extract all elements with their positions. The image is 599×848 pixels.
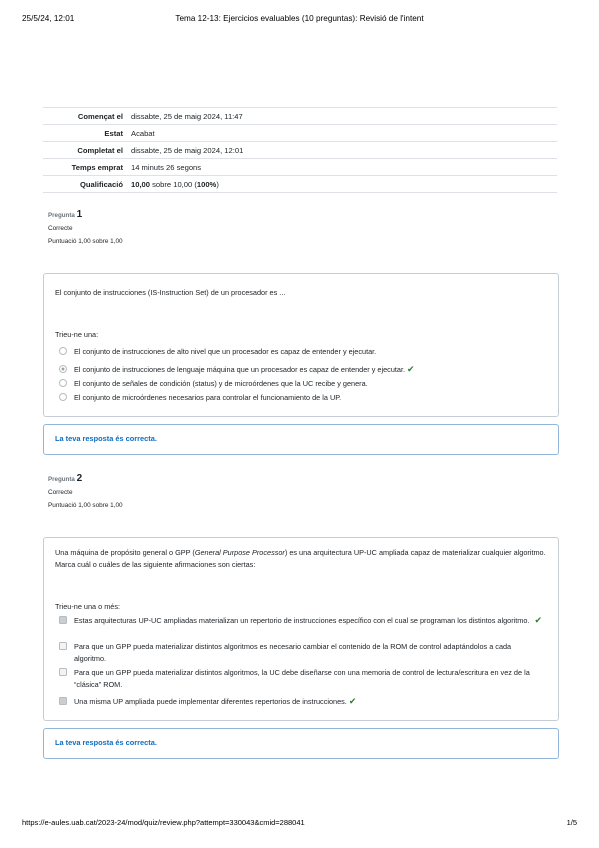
feedback-text: La teva resposta és correcta. xyxy=(55,738,157,747)
question-text: El conjunto de instrucciones (IS-Instruc… xyxy=(55,288,286,297)
answer-text: El conjunto de microórdenes necesarios p… xyxy=(74,393,342,402)
summary-row: Completat el dissabte, 25 de maig 2024, … xyxy=(43,141,557,159)
check-icon: ✔ xyxy=(407,364,415,374)
answer-prompt: Trieu-ne una: xyxy=(55,330,99,339)
print-header: 25/5/24, 12:01 Tema 12-13: Ejercicios ev… xyxy=(22,14,577,26)
summary-value: 14 minuts 26 segons xyxy=(131,162,202,172)
summary-value: Acabat xyxy=(131,128,155,138)
question-grade: Puntuació 1,00 sobre 1,00 xyxy=(48,502,123,509)
feedback-text: La teva resposta és correcta. xyxy=(55,434,157,443)
radio-button[interactable] xyxy=(59,379,67,387)
question-number-value: 1 xyxy=(76,209,83,220)
answer-text: El conjunto de señales de condición (sta… xyxy=(74,379,368,388)
summary-row: Estat Acabat xyxy=(43,124,557,142)
question-text-italic: General Purpose Processor xyxy=(194,548,285,557)
checkbox-checked[interactable] xyxy=(59,697,67,705)
summary-row: Temps emprat 14 minuts 26 segons xyxy=(43,158,557,176)
question-grade: Puntuació 1,00 sobre 1,00 xyxy=(48,238,123,245)
summary-label: Començat el xyxy=(77,111,123,121)
attempt-summary-table: Començat el dissabte, 25 de maig 2024, 1… xyxy=(43,107,557,193)
summary-value: dissabte, 25 de maig 2024, 12:01 xyxy=(131,145,244,155)
question-number: Pregunta 2 xyxy=(48,473,123,484)
question-state: Correcte xyxy=(48,225,73,232)
grade-percent: 100% xyxy=(196,179,217,189)
question-text-part: Una máquina de propósito general o GPP ( xyxy=(55,548,195,557)
summary-row: Començat el dissabte, 25 de maig 2024, 1… xyxy=(43,107,557,125)
summary-label: Qualificació xyxy=(79,179,123,189)
summary-row: Qualificació 10,00 sobre 10,00 (100%) xyxy=(43,175,557,193)
question-number-value: 2 xyxy=(76,473,83,484)
answer-text: Estas arquitecturas UP-UC ampliadas mate… xyxy=(74,616,530,625)
print-title: Tema 12-13: Ejercicios evaluables (10 pr… xyxy=(175,14,424,23)
radio-button[interactable] xyxy=(59,347,67,355)
question-text: Una máquina de propósito general o GPP (… xyxy=(55,547,546,571)
question-content-box: El conjunto de instrucciones (IS-Instruc… xyxy=(43,273,559,417)
summary-grade-value: 10,00 sobre 10,00 (100%) xyxy=(129,176,557,193)
grade-close: ) xyxy=(216,179,219,189)
question-label: Pregunta xyxy=(48,476,75,483)
question-number: Pregunta 1 xyxy=(48,209,123,220)
answer-text: El conjunto de instrucciones de alto niv… xyxy=(74,347,377,356)
summary-label: Temps emprat xyxy=(71,162,123,172)
page-url: https://e-aules.uab.cat/2023-24/mod/quiz… xyxy=(22,818,305,827)
feedback-box: La teva resposta és correcta. xyxy=(43,728,559,759)
page-number: 1/5 xyxy=(566,818,577,827)
summary-value: dissabte, 25 de maig 2024, 11:47 xyxy=(131,111,243,121)
answer-text: Una misma UP ampliada puede implementar … xyxy=(74,697,347,706)
print-footer: https://e-aules.uab.cat/2023-24/mod/quiz… xyxy=(22,818,577,830)
grade-between: sobre 10,00 ( xyxy=(150,179,197,189)
question-info: Pregunta 1 Correcte Puntuació 1,00 sobre… xyxy=(48,209,123,245)
answer-prompt: Trieu-ne una o més: xyxy=(55,602,121,611)
grade-score: 10,00 xyxy=(131,179,151,189)
checkbox-checked[interactable] xyxy=(59,616,67,624)
question-state: Correcte xyxy=(48,489,73,496)
summary-label: Completat el xyxy=(77,145,123,155)
answer-text: Para que un GPP pueda materializar disti… xyxy=(74,642,512,663)
answer-text: Para que un GPP pueda materializar disti… xyxy=(74,668,530,689)
checkbox[interactable] xyxy=(59,668,67,676)
check-icon: ✔ xyxy=(348,696,357,706)
question-label: Pregunta xyxy=(48,212,75,219)
checkbox[interactable] xyxy=(59,642,67,650)
question-content-box: Una máquina de propósito general o GPP (… xyxy=(43,537,559,721)
radio-button[interactable] xyxy=(59,393,67,401)
question-info: Pregunta 2 Correcte Puntuació 1,00 sobre… xyxy=(48,473,123,509)
answer-text: El conjunto de instrucciones de lenguaje… xyxy=(74,365,406,374)
check-icon: ✔ xyxy=(534,615,542,625)
summary-label: Estat xyxy=(104,128,123,138)
feedback-box: La teva resposta és correcta. xyxy=(43,424,559,455)
radio-button-selected[interactable] xyxy=(59,365,67,373)
